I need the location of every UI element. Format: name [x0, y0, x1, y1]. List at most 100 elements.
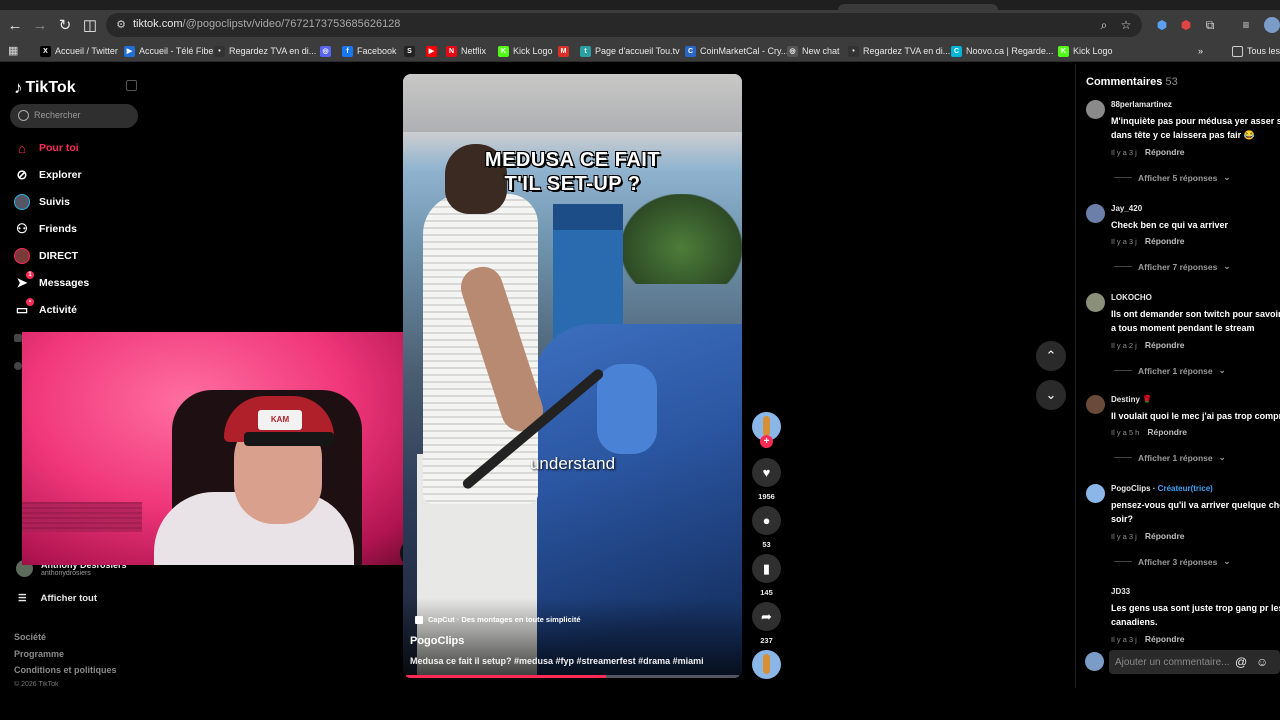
search-placeholder: Rechercher [34, 110, 81, 120]
capcut-anchor[interactable]: CapCut · Des montages en toute simplicit… [415, 615, 581, 624]
forward-arrow-icon[interactable]: → [29, 14, 51, 36]
site-info-icon[interactable]: ⚙ [114, 18, 128, 32]
share-button[interactable]: ➦ 237 [752, 602, 781, 645]
avatar[interactable] [1086, 395, 1105, 414]
avatar[interactable] [1086, 100, 1105, 119]
like-button[interactable]: ♥ 1956 [752, 458, 781, 501]
footer-link-terms[interactable]: Conditions et politiques [14, 665, 117, 675]
video-progress-bar[interactable] [406, 675, 739, 678]
view-replies-button[interactable]: Afficher 5 réponses ⌄ [1114, 172, 1231, 183]
bookmark-item[interactable]: ◎ [320, 44, 331, 58]
bookmark-item[interactable]: C CoinMarketCal - Cry... [685, 44, 788, 58]
footer-link-company[interactable]: Société [14, 632, 46, 642]
reply-button[interactable]: Répondre [1145, 236, 1185, 246]
comment-button[interactable]: ● 53 [752, 506, 781, 549]
nav-item-friends[interactable]: ⚇ Friends [14, 220, 77, 238]
media-control-icon[interactable]: ≡ [1238, 17, 1254, 33]
heart-icon: ♥ [752, 458, 781, 487]
activity-badge: • [26, 298, 34, 306]
avatar[interactable] [1086, 204, 1105, 223]
view-replies-button[interactable]: Afficher 1 réponse ⌄ [1114, 365, 1226, 376]
apps-grid-icon[interactable]: ▦ [8, 45, 20, 57]
avatar[interactable] [1086, 293, 1105, 312]
previous-video-chevron-up-icon[interactable]: ⌃ [1036, 341, 1066, 371]
avatar[interactable] [1086, 484, 1105, 503]
upload-icon[interactable] [14, 334, 22, 342]
bookmark-label: Kick Logo [1073, 46, 1113, 56]
video-author[interactable]: PogoClips [410, 635, 464, 647]
follow-plus-icon[interactable]: + [760, 435, 773, 448]
comment-username[interactable]: LOKOCHO [1111, 293, 1152, 302]
tiktok-logo[interactable]: ♪ TikTok [14, 78, 76, 98]
netflix-icon: N [446, 45, 457, 57]
gmail-icon: M [558, 45, 569, 57]
nav-item-live[interactable]: DIRECT [14, 247, 78, 265]
username-text: LOKOCHO [1111, 293, 1152, 302]
bookmark-item[interactable]: f Facebook [342, 44, 397, 58]
comment-username[interactable]: Destiny 🌹 [1111, 395, 1152, 404]
next-video-chevron-down-icon[interactable]: ⌄ [1036, 380, 1066, 410]
bookmark-item[interactable]: S [404, 44, 415, 58]
facebook-icon: f [342, 45, 353, 57]
view-replies-button[interactable]: Afficher 1 réponse ⌄ [1114, 452, 1226, 463]
view-replies-button[interactable]: Afficher 7 réponses ⌄ [1114, 261, 1231, 272]
nav-item-messages[interactable]: ➤ 1 Messages [14, 271, 89, 292]
share-arrow-icon: ➦ [752, 602, 781, 631]
bookmark-item[interactable]: ▶ Accueil - Télé Fibe [124, 44, 213, 58]
reply-button[interactable]: Répondre [1147, 427, 1187, 437]
bookmark-item[interactable]: X Accueil / Twitter [40, 44, 118, 58]
comment-username[interactable]: PogoClips · Créateur(trice) [1111, 484, 1213, 493]
extension-icon[interactable]: ⬢ [1154, 17, 1170, 33]
nav-item-following[interactable]: Suivis [14, 193, 70, 211]
other-bookmarks-folder[interactable]: Tous les [1232, 44, 1280, 58]
bookmark-item[interactable]: M [558, 44, 569, 58]
extension-red-icon[interactable]: ⬢ [1178, 17, 1194, 33]
bookmark-item[interactable]: N Netflix [446, 44, 486, 58]
footer-link-program[interactable]: Programme [14, 649, 64, 659]
view-replies-button[interactable]: Afficher 3 réponses ⌄ [1114, 556, 1231, 567]
reply-button[interactable]: Répondre [1145, 340, 1185, 350]
extensions-puzzle-icon[interactable]: ⧉ [1202, 17, 1218, 33]
reply-button[interactable]: Répondre [1145, 634, 1185, 644]
bookmark-label: Regardez TVA en di... [229, 46, 317, 56]
avatar[interactable] [1086, 587, 1105, 606]
see-all-button[interactable]: ☰ Afficher tout [18, 593, 97, 604]
nav-item-activity[interactable]: ▭ • Activité [14, 298, 77, 319]
comment-username[interactable]: 88perlamartinez [1111, 100, 1172, 109]
music-disc-icon[interactable] [752, 650, 781, 679]
profile-stub-icon[interactable] [14, 362, 22, 370]
bookmark-item[interactable]: t Page d'accueil Tou.tv [580, 44, 680, 58]
profile-avatar[interactable] [1264, 17, 1280, 33]
comment-username[interactable]: Jay_420 [1111, 204, 1142, 213]
webcam-overlay: KAM [22, 332, 434, 565]
bookmark-item[interactable]: ◎ New chat [787, 44, 840, 58]
comment-username[interactable]: JD33 [1111, 587, 1130, 596]
reply-button[interactable]: Répondre [1145, 147, 1185, 157]
bookmark-item[interactable]: • Regardez TVA en di... [214, 44, 316, 58]
address-bar[interactable]: ⚙ tiktok.com/@pogoclipstv/video/76721737… [106, 13, 1142, 37]
nav-item-for-you[interactable]: ⌂ Pour toi [14, 139, 79, 157]
search-input[interactable]: Rechercher [10, 104, 138, 128]
bookmark-item[interactable]: • Regardez TVA en di... [848, 44, 950, 58]
save-button[interactable]: ▮ 145 [752, 554, 781, 597]
bookmark-item[interactable]: K Kick Logo [1058, 44, 1113, 58]
side-panel-icon[interactable]: ◫ [79, 14, 101, 36]
back-arrow-icon[interactable]: ← [4, 14, 26, 36]
zoom-search-icon[interactable]: ⌕ [1096, 17, 1112, 33]
reply-button[interactable]: Répondre [1145, 531, 1185, 541]
account-handle: anthonydrosiers [41, 570, 91, 577]
video-player[interactable]: MEDUSA CE FAIT T'IL SET-UP ? understand … [403, 74, 742, 678]
bookmark-item[interactable]: C Noovo.ca | Regarde... [951, 44, 1053, 58]
bookmark-item[interactable]: K Kick Logo [498, 44, 553, 58]
nav-item-explore[interactable]: ⊘ Explorer [14, 166, 82, 184]
reload-icon[interactable]: ↻ [54, 14, 76, 36]
bookmark-item[interactable]: ▶ [426, 44, 437, 58]
comment-text: M'inquiète pas pour médusa yer asser sau… [1111, 116, 1280, 140]
comment-meta: Il y a 3 j Répondre [1111, 634, 1185, 644]
view-replies-label: Afficher 1 réponse [1138, 365, 1213, 376]
more-bookmarks-chevron-icon[interactable]: » [1198, 44, 1203, 58]
collapse-sidebar-icon[interactable] [126, 80, 137, 91]
mention-at-icon[interactable]: @ [1235, 655, 1247, 669]
emoji-icon[interactable]: ☺ [1256, 655, 1268, 669]
bookmark-star-icon[interactable]: ☆ [1118, 17, 1134, 33]
